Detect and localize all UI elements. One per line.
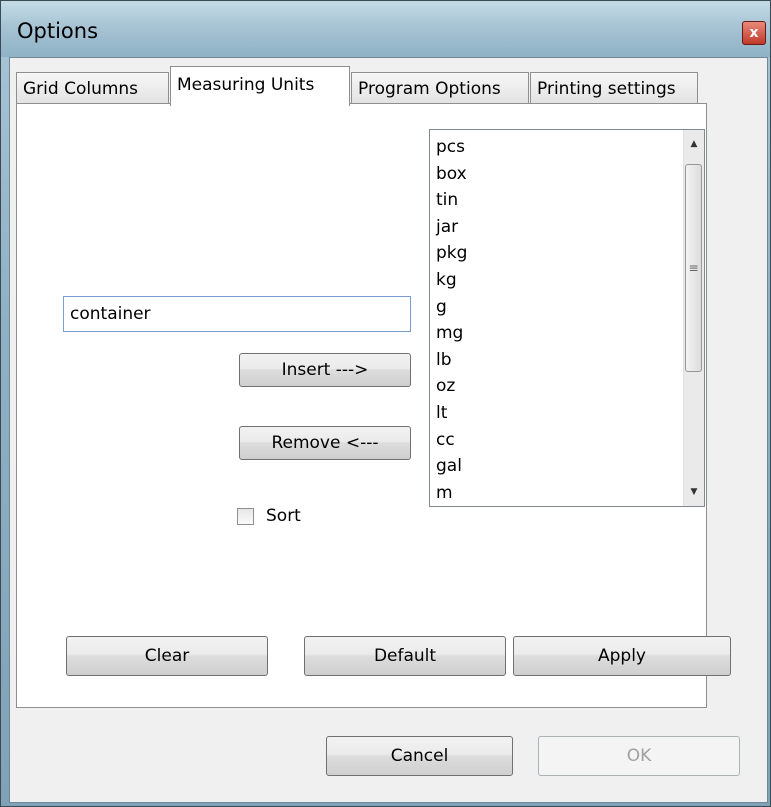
list-item[interactable]: pkg (436, 240, 467, 267)
close-icon: x (749, 25, 759, 41)
options-dialog: Options x Grid Columns Measuring Units P… (0, 0, 771, 807)
window-title: Options (17, 19, 99, 43)
scroll-up-arrow-icon[interactable]: ▲ (684, 134, 704, 154)
sort-checkbox[interactable] (237, 507, 254, 525)
ok-button[interactable]: OK (538, 736, 740, 776)
scroll-down-arrow-icon[interactable]: ▼ (684, 482, 704, 502)
clear-button-label: Clear (144, 646, 190, 666)
default-button-label: Default (373, 646, 437, 666)
cancel-button-label: Cancel (390, 746, 449, 766)
list-item[interactable]: box (436, 161, 467, 188)
insert-button[interactable]: Insert ---> (239, 353, 411, 387)
list-item[interactable]: oz (436, 373, 467, 400)
list-item[interactable]: gal (436, 453, 467, 480)
remove-button[interactable]: Remove <--- (239, 426, 411, 460)
list-item[interactable]: lb (436, 347, 467, 374)
units-listbox[interactable]: pcs box tin jar pkg kg g mg lb oz lt cc gal m ▲ ≡ ▼ (429, 129, 705, 507)
scroll-thumb[interactable]: ≡ (685, 164, 702, 372)
list-item[interactable]: cc (436, 427, 467, 454)
apply-button[interactable]: Apply (513, 636, 731, 676)
tab-printing-settings[interactable]: Printing settings (530, 72, 698, 104)
units-list: pcs box tin jar pkg kg g mg lb oz lt cc gal m (436, 134, 467, 506)
list-item[interactable]: jar (436, 214, 467, 241)
list-item[interactable]: mg (436, 320, 467, 347)
list-item[interactable]: lt (436, 400, 467, 427)
tab-measuring-units[interactable]: Measuring Units (170, 66, 350, 106)
sort-option[interactable]: Sort (237, 506, 301, 526)
dialog-client-area: Grid Columns Measuring Units Program Opt… (9, 57, 768, 803)
tab-grid-columns[interactable]: Grid Columns (16, 72, 169, 104)
tab-label: Grid Columns (23, 79, 139, 99)
measuring-units-panel: Insert ---> Remove <--- Sort pcsboxtinja… (16, 103, 731, 708)
list-item[interactable]: kg (436, 267, 467, 294)
default-button[interactable]: Default (304, 636, 506, 676)
sort-label: Sort (266, 506, 301, 526)
tab-program-options[interactable]: Program Options (351, 72, 529, 104)
close-button[interactable]: x (742, 21, 766, 45)
list-item[interactable]: pcs (436, 134, 467, 161)
unit-input[interactable] (63, 296, 411, 332)
cancel-button[interactable]: Cancel (326, 736, 513, 776)
ok-button-label: OK (626, 746, 652, 766)
apply-button-label: Apply (598, 646, 646, 666)
listbox-scrollbar[interactable]: ▲ ≡ ▼ (683, 130, 704, 506)
list-item[interactable]: g (436, 294, 467, 321)
title-bar[interactable]: Options x (1, 1, 770, 57)
list-item[interactable]: m (436, 480, 467, 506)
tab-label: Program Options (358, 79, 501, 99)
tab-label: Printing settings (537, 79, 676, 99)
scroll-grip-icon: ≡ (688, 261, 699, 275)
list-item[interactable]: tin (436, 187, 467, 214)
remove-button-label: Remove <--- (271, 433, 379, 453)
clear-button[interactable]: Clear (66, 636, 268, 676)
tab-label: Measuring Units (177, 75, 315, 95)
insert-button-label: Insert ---> (281, 360, 369, 380)
